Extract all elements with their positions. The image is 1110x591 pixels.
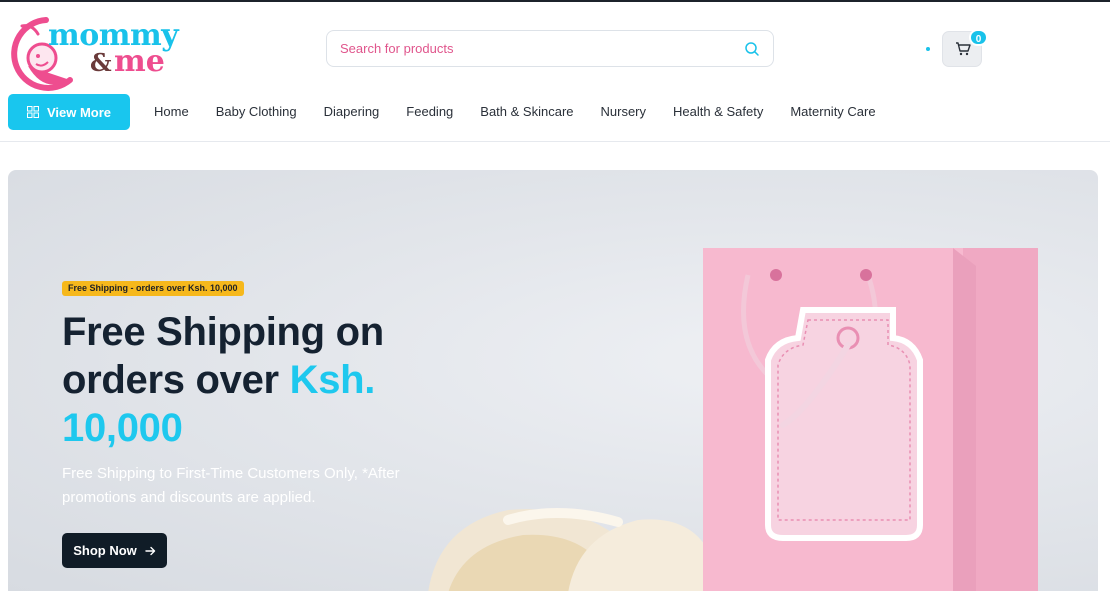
hero-title: Free Shipping on orders over Ksh. 10,000 [62, 308, 442, 452]
view-more-label: View More [46, 104, 112, 120]
nav-item-feeding[interactable]: Feeding [406, 104, 453, 119]
nav-item-diapering[interactable]: Diapering [324, 104, 380, 119]
search-input[interactable] [327, 31, 727, 66]
main-nav: Home Baby Clothing Diapering Feeding Bat… [154, 104, 903, 119]
brand-ampersand: & [90, 48, 112, 77]
grid-icon [26, 106, 39, 118]
cart-icon [956, 42, 971, 56]
brand-word-me: me [114, 44, 165, 79]
nav-item-maternity-care[interactable]: Maternity Care [790, 104, 875, 119]
shopping-bag-illustration [703, 248, 1038, 591]
nav-item-health-safety[interactable]: Health & Safety [673, 104, 763, 119]
shop-now-label: Shop Now [73, 543, 137, 558]
nav-item-home[interactable]: Home [154, 104, 189, 119]
cart-count-badge: 0 [969, 29, 988, 46]
search-box[interactable] [326, 30, 774, 67]
hero-banner: Free Shipping - orders over Ksh. 10,000 … [8, 170, 1098, 591]
arrow-right-icon [145, 546, 155, 555]
indicator-dot [926, 47, 930, 51]
hero-subtitle: Free Shipping to First-Time Customers On… [62, 465, 400, 506]
nav-item-bath-skincare[interactable]: Bath & Skincare [480, 104, 573, 119]
search-icon[interactable] [744, 41, 760, 57]
site-header: mommy & me 0 View More Home Baby Clothin… [0, 2, 1110, 142]
brand-logo[interactable]: mommy & me [8, 14, 179, 92]
promo-badge: Free Shipping - orders over Ksh. 10,000 [62, 281, 244, 296]
shop-now-button[interactable]: Shop Now [62, 533, 167, 568]
nav-item-baby-clothing[interactable]: Baby Clothing [216, 104, 297, 119]
view-more-button[interactable]: View More [8, 94, 130, 130]
baby-shoes-illustration [428, 507, 708, 591]
nav-item-nursery[interactable]: Nursery [601, 104, 647, 119]
